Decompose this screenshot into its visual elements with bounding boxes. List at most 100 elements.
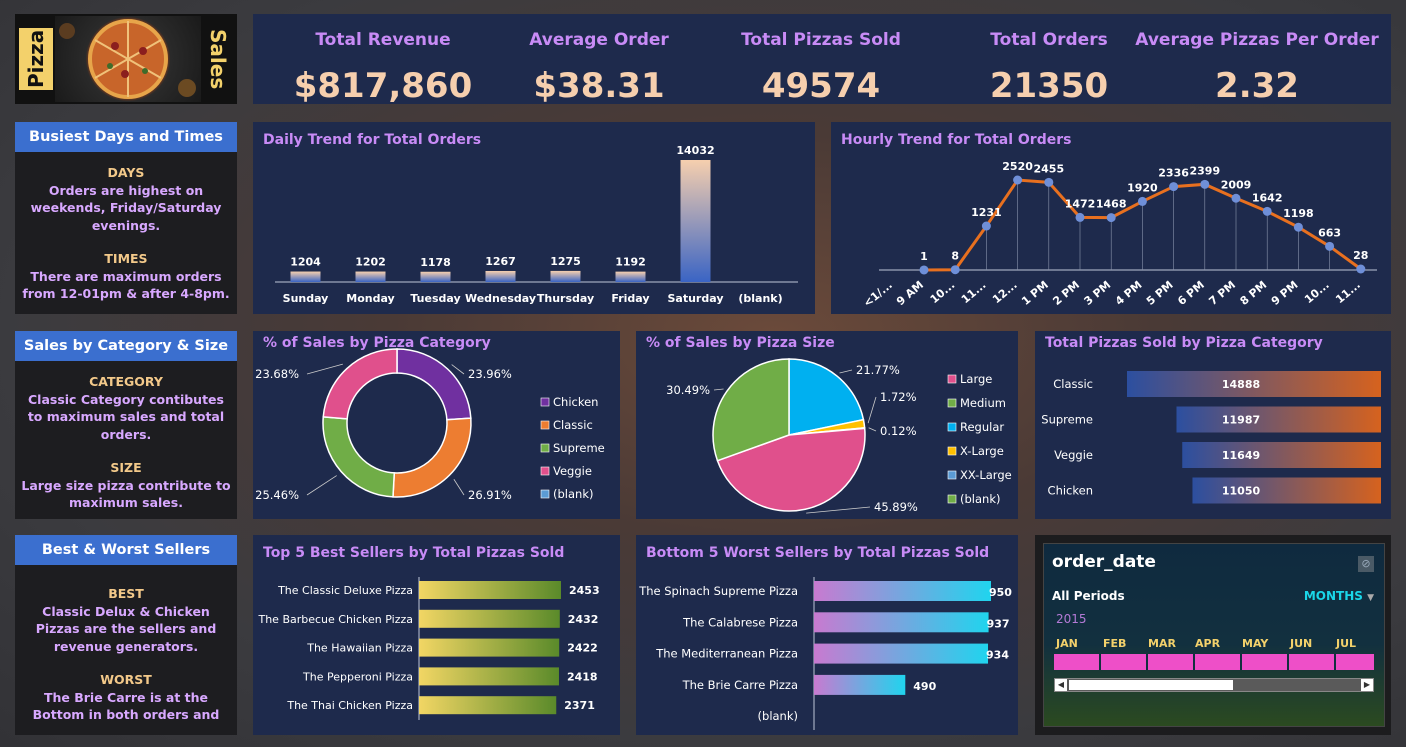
category-sold-value: 11050: [1222, 485, 1261, 498]
hourly-value-label: 1472: [1065, 197, 1096, 210]
category-sold-panel: Total Pizzas Sold by Pizza Category Clas…: [1035, 331, 1391, 519]
hourly-value-label: 2009: [1221, 178, 1252, 191]
busiest-body: DAYS Orders are highest on weekends, Fri…: [15, 152, 237, 314]
clear-filter-icon[interactable]: ⊘: [1358, 556, 1374, 572]
scroll-right-icon[interactable]: ▶: [1361, 679, 1373, 691]
scroll-thumb[interactable]: [1069, 680, 1233, 690]
hourly-point: [1200, 179, 1210, 189]
leader-line: [306, 475, 337, 496]
pizza-slices-illustration: [59, 19, 196, 99]
month-jan[interactable]: JAN: [1056, 637, 1078, 650]
worst-seller-bar: [814, 643, 989, 664]
category-size-body: CATEGORY Classic Category contibutes to …: [15, 361, 237, 519]
hourly-point: [1356, 264, 1366, 274]
best-seller-label: The Pepperoni Pizza: [302, 670, 413, 683]
order-date-slicer-frame: order_date ⊘ All Periods MONTHS ▼ 2015 J…: [1035, 535, 1391, 735]
logo-text-pizza: Pizza: [19, 28, 53, 90]
hourly-point: [981, 221, 991, 231]
category-sold-value: 14888: [1222, 378, 1260, 391]
size-legend-label: Medium: [960, 396, 1006, 410]
best-seller-bar: [419, 609, 560, 628]
daily-category-label: Tuesday: [410, 292, 460, 305]
daily-bar-saturday: [680, 160, 711, 282]
hourly-point: [1325, 241, 1335, 251]
order-date-slicer[interactable]: order_date ⊘ All Periods MONTHS ▼ 2015 J…: [1043, 543, 1385, 727]
worst-seller-value: 950: [989, 586, 1012, 599]
month-mar[interactable]: MAR: [1148, 637, 1176, 650]
hourly-point: [1044, 177, 1054, 187]
month-jul[interactable]: JUL: [1336, 637, 1356, 650]
kpi-value-revenue: $817,860: [293, 66, 473, 106]
hourly-value-label: 1642: [1252, 191, 1283, 204]
leader-line: [453, 479, 465, 496]
worst-seller-value: 934: [986, 649, 1009, 662]
kpi-value-pizzas-sold: 49574: [761, 66, 881, 106]
category-legend-swatch: [540, 420, 550, 430]
daily-trend-panel: Daily Trend for Total Orders 1204 Sunday 1…: [253, 122, 815, 314]
daily-bar-sunday: [290, 271, 321, 282]
size-pct-chart: 21.77% 1.72% 0.12% 45.89% 30.49% Large Medium R…: [666, 358, 1012, 514]
hourly-point: [1137, 196, 1147, 206]
daily-category-label: Monday: [346, 292, 394, 305]
category-pct-label: 23.96%: [468, 367, 512, 381]
hourly-category-label: 5 PM: [1144, 278, 1176, 308]
slicer-year: 2015: [1056, 612, 1087, 626]
timeline-bar[interactable]: [1054, 654, 1374, 670]
hourly-value-label: 28: [1353, 249, 1368, 262]
best-seller-value: 2371: [564, 699, 595, 712]
category-sold-label: Veggie: [1054, 448, 1093, 462]
size-heading: SIZE: [110, 460, 142, 475]
hourly-trend-panel: Hourly Trend for Total Orders 1 8 1231 2520…: [831, 122, 1391, 314]
size-legend-label: Large: [960, 372, 992, 386]
size-legend-swatch: [947, 470, 957, 480]
size-legend-label: XX-Large: [960, 468, 1012, 482]
days-text: Orders are highest on weekends, Friday/S…: [30, 182, 222, 233]
hourly-category-label: 1 PM: [1019, 278, 1051, 308]
worst-seller-value: 490: [913, 680, 936, 693]
best-seller-label: The Thai Chicken Pizza: [286, 699, 413, 712]
category-legend-swatch: [540, 489, 550, 499]
leader-line: [451, 364, 465, 375]
best-seller-value: 2418: [567, 670, 598, 683]
category-sold-chart: Classic 14888 Supreme 11987 Veggie 11649 Chick…: [1041, 371, 1381, 504]
size-pct-label: 1.72%: [880, 390, 917, 404]
daily-value-label: 1275: [550, 255, 581, 268]
hourly-category-label: 6 PM: [1175, 278, 1207, 308]
category-legend-swatch: [540, 397, 550, 407]
hourly-category-label: 10...: [1302, 278, 1332, 306]
hourly-point: [1075, 212, 1085, 222]
best-heading: BEST: [108, 586, 144, 601]
daily-bar-wednesday: [485, 270, 516, 282]
daily-value-label: 1204: [290, 256, 321, 269]
timeline-scrollbar[interactable]: ◀ ▶: [1054, 678, 1374, 692]
scroll-left-icon[interactable]: ◀: [1055, 679, 1067, 691]
daily-value-label: 1267: [485, 255, 516, 268]
month-feb[interactable]: FEB: [1103, 637, 1126, 650]
kpi-value-avg-pizzas: 2.32: [1215, 66, 1299, 106]
size-pct-label: 21.77%: [856, 363, 900, 377]
hourly-category-label: 2 PM: [1050, 278, 1082, 308]
category-slice-veggie: [322, 348, 398, 420]
leader-line: [867, 396, 877, 424]
kpi-label-pizzas-sold: Total Pizzas Sold: [741, 30, 901, 50]
daily-value-label: 1202: [355, 256, 386, 269]
month-apr[interactable]: APR: [1195, 637, 1220, 650]
daily-category-label: Saturday: [668, 292, 724, 305]
best-text: Classic Delux & Chicken Pizzas are the s…: [35, 603, 217, 654]
logo-panel: Pizza Sales: [15, 14, 237, 104]
leader-line: [713, 388, 724, 391]
worst-sellers-panel: Bottom 5 Worst Sellers by Total Pizzas S…: [636, 535, 1018, 735]
month-may[interactable]: MAY: [1242, 637, 1268, 650]
hourly-category-label: 8 PM: [1238, 278, 1270, 308]
hourly-category-label: 9 PM: [1269, 278, 1301, 308]
hourly-category-label: 12...: [990, 278, 1020, 306]
hourly-point: [919, 265, 929, 275]
month-jun[interactable]: JUN: [1290, 637, 1312, 650]
worst-heading: WORST: [100, 672, 152, 687]
daily-value-label: 1178: [420, 256, 451, 269]
best-seller-value: 2453: [569, 584, 600, 597]
slicer-mode-dropdown[interactable]: MONTHS ▼: [1304, 589, 1374, 603]
hourly-value-label: 2336: [1158, 167, 1189, 180]
daily-bar-thursday: [550, 270, 581, 282]
kpi-bar: Total Revenue $817,860 Average Order $38…: [253, 14, 1391, 106]
